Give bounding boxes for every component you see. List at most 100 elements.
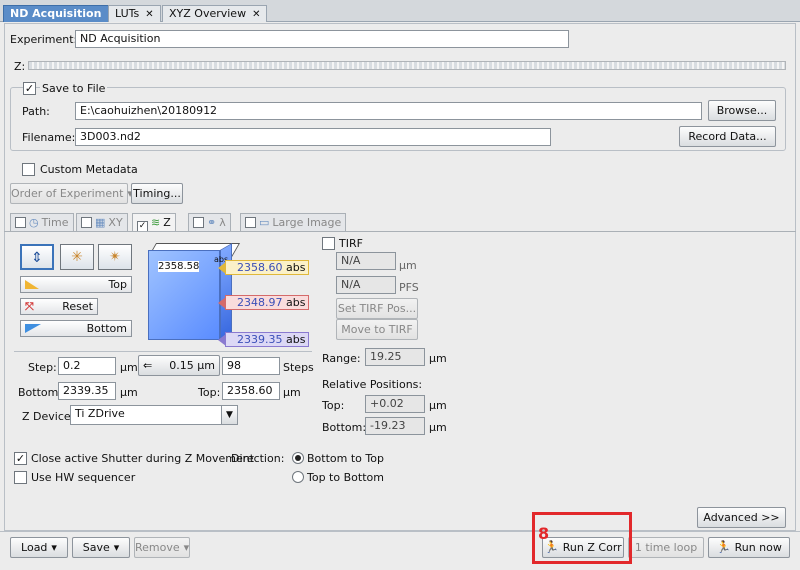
relative-bottom-label: Bottom: [322, 421, 367, 434]
tirf-label: TIRF [339, 237, 363, 250]
relative-top-unit: µm [429, 399, 447, 412]
save-to-file-label: Save to File [40, 82, 108, 95]
filename-label: Filename: [22, 131, 76, 144]
record-data-button[interactable]: Record Data... [679, 126, 776, 147]
bottom-label: Bottom: [18, 386, 63, 399]
top-unit: µm [283, 386, 301, 399]
close-shutter-label: Close active Shutter during Z Movement [31, 452, 255, 465]
relative-bottom-unit: µm [429, 421, 447, 434]
pfs-value-input: N/A [336, 276, 396, 294]
bottom-input[interactable]: 2339.35 [58, 382, 116, 400]
one-time-loop-button[interactable]: 1 time loop [628, 537, 704, 558]
lambda-checkbox[interactable] [193, 217, 204, 228]
annotation-number: 8 [538, 524, 550, 543]
step-input[interactable]: 0.2 [58, 357, 116, 375]
marker-top-pointer [218, 262, 226, 274]
asymmetric-mode-button[interactable]: ✴ [98, 244, 132, 270]
advanced-button[interactable]: Advanced >> [697, 507, 786, 528]
z-device-value: Ti ZDrive [75, 407, 125, 420]
tab-label: Large Image [272, 216, 342, 229]
save-label: Save [82, 541, 110, 554]
symmetric-mode-button[interactable]: ✳ [60, 244, 94, 270]
filename-input[interactable]: 3D003.nd2 [75, 128, 551, 146]
relative-positions-label: Relative Positions: [322, 378, 423, 391]
chevron-down-icon[interactable]: ▼ [221, 406, 237, 424]
xy-checkbox[interactable] [81, 217, 92, 228]
tab-label: XYZ Overview [169, 7, 247, 20]
tab-label: Time [41, 216, 69, 229]
top-input[interactable]: 2358.60 [222, 382, 280, 400]
range-label: Range: [322, 352, 361, 365]
set-top-button[interactable]: Top [20, 276, 132, 293]
range-icon: ⇕ [31, 250, 43, 266]
tab-label: Z [163, 216, 171, 229]
bottom-to-top-radio[interactable] [292, 452, 304, 464]
tab-nd-acquisition[interactable]: ND Acquisition✕ [3, 5, 123, 22]
reset-label: Reset [62, 300, 93, 313]
bottom-to-top-label: Bottom to Top [307, 452, 384, 465]
move-to-tirf-button[interactable]: Move to TIRF [336, 319, 418, 340]
subtab-divider [4, 231, 796, 232]
load-button[interactable]: Load [10, 537, 68, 558]
link-icon: ⚭ [207, 216, 217, 229]
custom-metadata-checkbox[interactable] [22, 163, 35, 176]
tab-xyz-overview[interactable]: XYZ Overview ✕ [162, 5, 268, 22]
tab-label: XY [108, 216, 123, 229]
steps-input[interactable]: 98 [222, 357, 280, 375]
experiment-input[interactable]: ND Acquisition [75, 30, 569, 48]
time-checkbox[interactable] [15, 217, 26, 228]
set-tirf-pos-button[interactable]: Set TIRF Pos... [336, 298, 418, 319]
marker-top: 2358.60 abs [218, 260, 310, 275]
relative-top-value: +0.02 [365, 395, 425, 413]
range-to-step-button[interactable]: ⇐ 0.15 µm [138, 355, 220, 376]
close-shutter-checkbox[interactable]: ✓ [14, 452, 27, 465]
range-step-value: 0.15 µm [169, 359, 215, 372]
tab-lambda[interactable]: ⚭ λ [188, 213, 231, 231]
tab-large-image[interactable]: ▭ Large Image [240, 213, 347, 231]
timing-button[interactable]: Timing... [131, 183, 183, 204]
tab-xy[interactable]: ▦ XY [76, 213, 128, 231]
custom-metadata-label: Custom Metadata [40, 163, 138, 176]
remove-button[interactable]: Remove [134, 537, 190, 558]
top-icon [25, 280, 39, 289]
tab-luts[interactable]: LUTs ✕ [108, 5, 161, 22]
marker-top-value: 2358.60 [237, 261, 283, 274]
save-button[interactable]: Save [72, 537, 130, 558]
hw-sequencer-label: Use HW sequencer [31, 471, 136, 484]
tab-label: λ [219, 216, 226, 229]
abs-label: abs [286, 261, 306, 274]
close-icon[interactable]: ✕ [145, 9, 153, 20]
tirf-unit: µm [399, 259, 417, 272]
path-input[interactable]: E:\caohuizhen\20180912 [75, 102, 702, 120]
tirf-value-input: N/A [336, 252, 396, 270]
experiment-label: Experiment: [10, 33, 78, 46]
z-slider[interactable] [28, 61, 786, 70]
set-bottom-button[interactable]: Bottom [20, 320, 132, 337]
abs-label: abs [286, 296, 306, 309]
tirf-checkbox[interactable] [322, 237, 335, 250]
top-to-bottom-radio[interactable] [292, 471, 304, 483]
order-of-experiment-dropdown[interactable]: Order of Experiment [10, 183, 128, 204]
set-top-label: Top [108, 278, 127, 291]
relative-top-label: Top: [322, 399, 345, 412]
large-image-checkbox[interactable] [245, 217, 256, 228]
top-bottom-mode-button[interactable]: ⇕ [20, 244, 54, 270]
z-device-label: Z Device: [22, 410, 75, 423]
z-device-select[interactable]: Ti ZDrive ▼ [70, 405, 238, 425]
tab-z[interactable]: ✓ ≋ Z [132, 213, 176, 232]
set-bottom-label: Bottom [86, 322, 127, 335]
close-icon[interactable]: ✕ [252, 9, 260, 20]
save-to-file-checkbox[interactable]: ✓ [23, 82, 36, 95]
z-stack-icon: ≋ [151, 216, 161, 229]
browse-button[interactable]: Browse... [708, 100, 776, 121]
run-now-button[interactable]: 🏃 Run now [708, 537, 790, 558]
hw-sequencer-checkbox[interactable] [14, 471, 27, 484]
tab-label: ND Acquisition [10, 7, 102, 20]
step-label: Step: [28, 361, 57, 374]
reset-button[interactable]: ⤧ Reset [20, 298, 98, 315]
marker-current: 2348.97 abs [218, 295, 310, 310]
symmetric-icon: ✳ [71, 249, 83, 265]
marker-current-pointer [218, 297, 226, 309]
top-to-bottom-label: Top to Bottom [307, 471, 384, 484]
tab-time[interactable]: ◷ Time [10, 213, 74, 231]
